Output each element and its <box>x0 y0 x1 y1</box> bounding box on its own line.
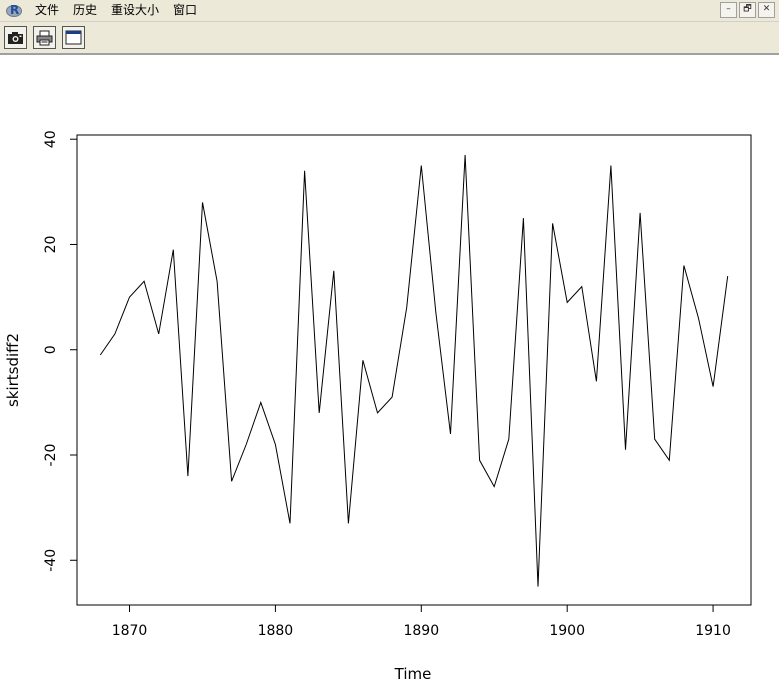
x-tick-label: 1910 <box>695 623 731 639</box>
copy-as-image-button[interactable] <box>4 26 27 49</box>
y-axis-label: skirtsdiff2 <box>4 333 22 407</box>
menu-file[interactable]: 文件 <box>28 0 66 21</box>
x-tick-label: 1870 <box>112 623 148 639</box>
y-axis: -40 -20 0 20 40 <box>43 130 77 572</box>
time-series-chart: 1870 1880 1890 1900 1910 -40 -20 0 20 40 Time sk… <box>4 130 752 683</box>
series-line <box>99 154 729 587</box>
x-tick-label: 1900 <box>549 623 585 639</box>
plot-canvas: 1870 1880 1890 1900 1910 -40 -20 0 20 40 Time sk… <box>0 55 779 693</box>
close-button[interactable]: ✕ <box>758 2 775 18</box>
restore-button[interactable]: 🗗 <box>739 2 756 18</box>
y-tick-label: 20 <box>43 236 59 254</box>
r-logo-icon[interactable]: R <box>6 3 22 18</box>
menu-resize[interactable]: 重设大小 <box>104 0 166 21</box>
y-tick-label: 0 <box>43 345 59 354</box>
menu-window[interactable]: 窗口 <box>166 0 204 21</box>
toolbar <box>0 22 779 55</box>
y-tick-label: -20 <box>43 444 59 467</box>
x-tick-label: 1890 <box>403 623 439 639</box>
print-button[interactable] <box>33 26 56 49</box>
window-icon <box>65 30 82 45</box>
menu-history[interactable]: 历史 <box>66 0 104 21</box>
new-window-button[interactable] <box>62 26 85 49</box>
x-tick-label: 1880 <box>258 623 294 639</box>
minimize-button[interactable]: – <box>720 2 737 18</box>
x-axis: 1870 1880 1890 1900 1910 <box>112 605 731 639</box>
x-axis-label: Time <box>394 665 432 683</box>
y-tick-label: -40 <box>43 549 59 572</box>
printer-icon <box>36 30 53 45</box>
window-controls: – 🗗 ✕ <box>720 2 775 18</box>
camera-icon <box>8 31 23 44</box>
y-tick-label: 40 <box>43 130 59 148</box>
menubar: R 文件 历史 重设大小 窗口 – 🗗 ✕ <box>0 0 779 22</box>
